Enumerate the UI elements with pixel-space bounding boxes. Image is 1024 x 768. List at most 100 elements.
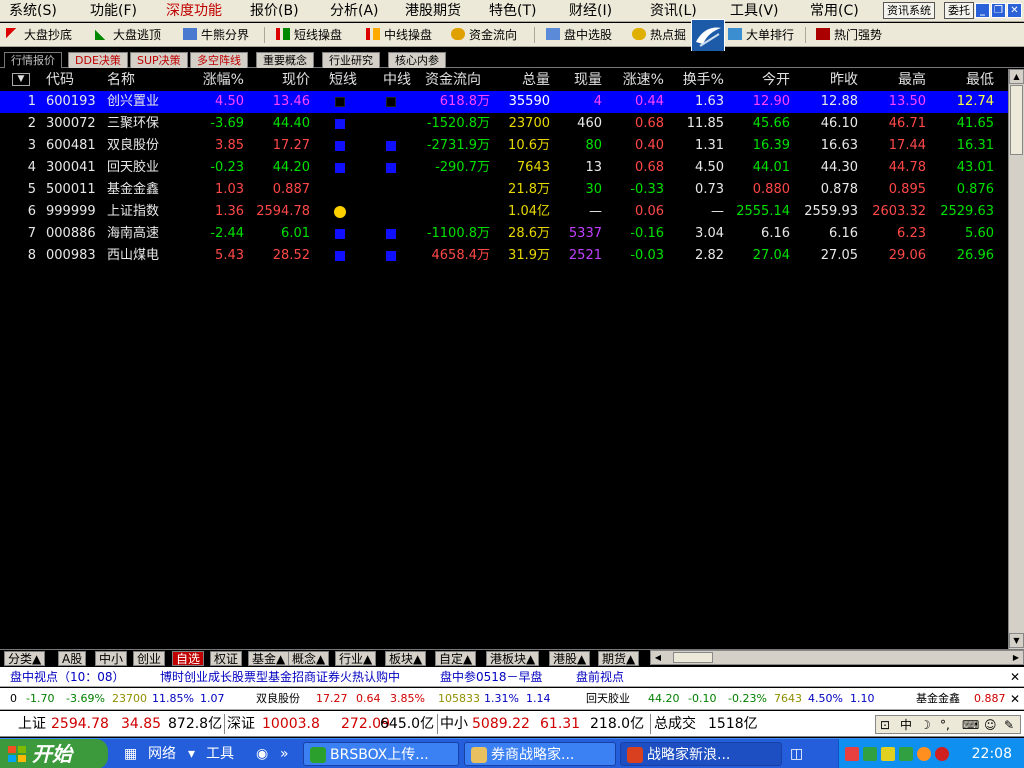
task-brsbox[interactable]: BRSBOX上传... — [303, 742, 459, 766]
horizontal-scrollbar[interactable]: ◀ ▶ — [650, 650, 1024, 665]
table-row[interactable]: 3 600481 双良股份 3.85 17.27 -2731.9万 10.6万 80 0.40 1… — [0, 135, 1008, 157]
tab-dde[interactable]: DDE决策 — [68, 52, 128, 68]
tool-hot-strong[interactable]: 热门强势 — [816, 25, 882, 45]
scroll-thumb[interactable] — [1010, 85, 1023, 155]
tab-industry[interactable]: 行业研究 — [322, 52, 380, 68]
col-low[interactable]: 最低 — [952, 69, 994, 91]
scroll-left-icon[interactable]: ◀ — [651, 651, 665, 664]
table-row[interactable]: 4 300041 回天胶业 -0.23 44.20 -290.7万 7643 13 0.68 4.… — [0, 157, 1008, 179]
expand-icon[interactable]: » — [280, 742, 289, 766]
cat-warrants[interactable]: 权证 — [210, 651, 243, 666]
trade-button[interactable]: 委托 — [944, 2, 974, 19]
ime-logo-icon[interactable]: ⊡ — [880, 717, 890, 733]
info-system-button[interactable]: 资讯系统 — [883, 2, 935, 19]
tab-long-short[interactable]: 多空阵线 — [190, 52, 248, 68]
tool-hot-spots[interactable]: 热点掘 — [632, 25, 686, 45]
close-news-icon[interactable]: ✕ — [1008, 670, 1022, 684]
ticker-item[interactable]: 双良股份 — [256, 691, 300, 707]
tab-sup[interactable]: SUP决策 — [130, 52, 188, 68]
cat-sme[interactable]: 中小 — [95, 651, 128, 666]
menu-deep-function[interactable]: 深度功能 — [166, 1, 222, 21]
ticker-item[interactable]: 基金金鑫 — [916, 691, 960, 707]
task-strategist[interactable]: 战略家新浪... — [620, 742, 782, 766]
cat-a-share[interactable]: A股 — [58, 651, 87, 666]
tray-app-icon[interactable] — [881, 747, 895, 761]
tool-money-flow[interactable]: 资金流向 — [451, 25, 517, 45]
col-money-flow[interactable]: 资金流向 — [425, 69, 481, 91]
tray-app-icon[interactable] — [935, 747, 949, 761]
menu-system[interactable]: 系统(S) — [9, 1, 57, 21]
tool-stock-pick[interactable]: 盘中选股 — [546, 25, 612, 45]
cat-sector[interactable]: 板块▲ — [385, 651, 427, 666]
col-price[interactable]: 现价 — [262, 69, 310, 91]
punctuation-icon[interactable]: °, — [940, 717, 950, 733]
restore-icon[interactable]: ❐ — [991, 3, 1006, 18]
menu-hk-futures[interactable]: 港股期货 — [405, 1, 461, 21]
cat-custom[interactable]: 自定▲ — [435, 651, 477, 666]
menu-special[interactable]: 特色(T) — [489, 1, 536, 21]
start-button[interactable]: 开始 — [0, 739, 108, 768]
col-speed-pct[interactable]: 涨速% — [612, 69, 664, 91]
col-high[interactable]: 最高 — [884, 69, 926, 91]
close-icon[interactable]: ✕ — [1007, 3, 1022, 18]
col-turnover-pct[interactable]: 换手% — [672, 69, 724, 91]
col-change-pct[interactable]: 涨幅% — [190, 69, 244, 91]
news-item[interactable]: 盘前视点 — [576, 669, 624, 685]
table-row[interactable]: 7 000886 海南高速 -2.44 6.01 -1100.8万 28.6万 5337 -0.… — [0, 223, 1008, 245]
scroll-right-icon[interactable]: ▶ — [1009, 651, 1023, 664]
menu-analysis[interactable]: 分析(A) — [330, 1, 379, 21]
news-item[interactable]: 盘中参0518－早盘 — [440, 669, 543, 685]
scroll-up-icon[interactable]: ▲ — [1009, 69, 1024, 84]
sort-dropdown-icon[interactable]: ▼ — [12, 73, 30, 86]
settings-icon[interactable]: ✎ — [1004, 717, 1014, 733]
menu-info[interactable]: 资讯(L) — [650, 1, 697, 21]
tool-market-top[interactable]: 大盘逃顶 — [95, 25, 161, 45]
menu-quote[interactable]: 报价(B) — [250, 1, 299, 21]
table-row[interactable]: 1 600193 创兴置业 4.50 13.46 618.8万 35590 4 0.44 1.63… — [0, 91, 1008, 113]
scroll-down-icon[interactable]: ▼ — [1009, 633, 1024, 648]
hscroll-thumb[interactable] — [673, 652, 713, 663]
cat-concept[interactable]: 概念▲ — [288, 651, 330, 666]
menu-tools[interactable]: 工具(V) — [730, 1, 779, 21]
vertical-scrollbar[interactable]: ▲ ▼ — [1008, 69, 1024, 649]
tray-app-icon[interactable] — [863, 747, 877, 761]
col-mid-term[interactable]: 中线 — [383, 69, 411, 91]
col-short-term[interactable]: 短线 — [329, 69, 357, 91]
menu-finance[interactable]: 财经(I) — [569, 1, 612, 21]
minimize-icon[interactable]: _ — [975, 3, 990, 18]
col-total-volume[interactable]: 总量 — [508, 69, 550, 91]
col-code[interactable]: 代码 — [46, 69, 74, 91]
table-row[interactable]: 5 500011 基金金鑫 1.03 0.887 21.8万 30 -0.33 0.73 0.88… — [0, 179, 1008, 201]
close-ticker-icon[interactable]: ✕ — [1008, 692, 1022, 706]
tray-app-icon[interactable] — [917, 747, 931, 761]
tool-big-order[interactable]: 大单排行 — [728, 25, 794, 45]
ime-mode[interactable]: 中 — [900, 717, 912, 733]
col-open[interactable]: 今开 — [748, 69, 790, 91]
chevron-down-icon[interactable]: ▾ — [188, 742, 195, 766]
table-row[interactable]: 6 999999 上证指数 1.36 2594.78 1.04亿 — 0.06 — 2555.14… — [0, 201, 1008, 223]
task-folder[interactable]: 券商战略家... — [464, 742, 616, 766]
ie-icon[interactable]: ◉ — [256, 742, 268, 766]
ticker-item[interactable]: 回天胶业 — [586, 691, 630, 707]
cat-gem[interactable]: 创业 — [133, 651, 166, 666]
news-item[interactable]: 博时创业成长股票型基金招商证券火热认购中 — [160, 669, 400, 685]
table-row[interactable]: 8 000983 西山煤电 5.43 28.52 4658.4万 31.9万 2521 -0.0… — [0, 245, 1008, 267]
tab-concepts[interactable]: 重要概念 — [256, 52, 314, 68]
news-item[interactable]: 盘中视点（10：08） — [10, 669, 125, 685]
network-toolbar-icon[interactable]: ▦ — [124, 742, 137, 766]
moon-icon[interactable]: ☽ — [920, 717, 931, 733]
tab-quotes[interactable]: 行情报价 — [4, 52, 62, 68]
tool-short-trade[interactable]: 短线操盘 — [276, 25, 342, 45]
quick-tools[interactable]: 工具 — [206, 742, 234, 766]
cat-hk-stocks[interactable]: 港股▲ — [549, 651, 591, 666]
ime-taskbar-icon[interactable]: ◫ — [790, 742, 803, 766]
col-current-volume[interactable]: 现量 — [560, 69, 602, 91]
user-icon[interactable]: ☺ — [984, 717, 997, 733]
menu-function[interactable]: 功能(F) — [90, 1, 137, 21]
tool-mid-trade[interactable]: 中线操盘 — [366, 25, 432, 45]
tool-market-bottom[interactable]: 大盘抄底 — [6, 25, 72, 45]
cat-industry[interactable]: 行业▲ — [335, 651, 377, 666]
ime-toolbar[interactable]: ⊡ 中 ☽ °, ⌨ ☺ ✎ — [875, 715, 1021, 734]
tab-insider[interactable]: 核心内参 — [388, 52, 446, 68]
table-row[interactable]: 2 300072 三聚环保 -3.69 44.40 -1520.8万 23700 460 0.6… — [0, 113, 1008, 135]
